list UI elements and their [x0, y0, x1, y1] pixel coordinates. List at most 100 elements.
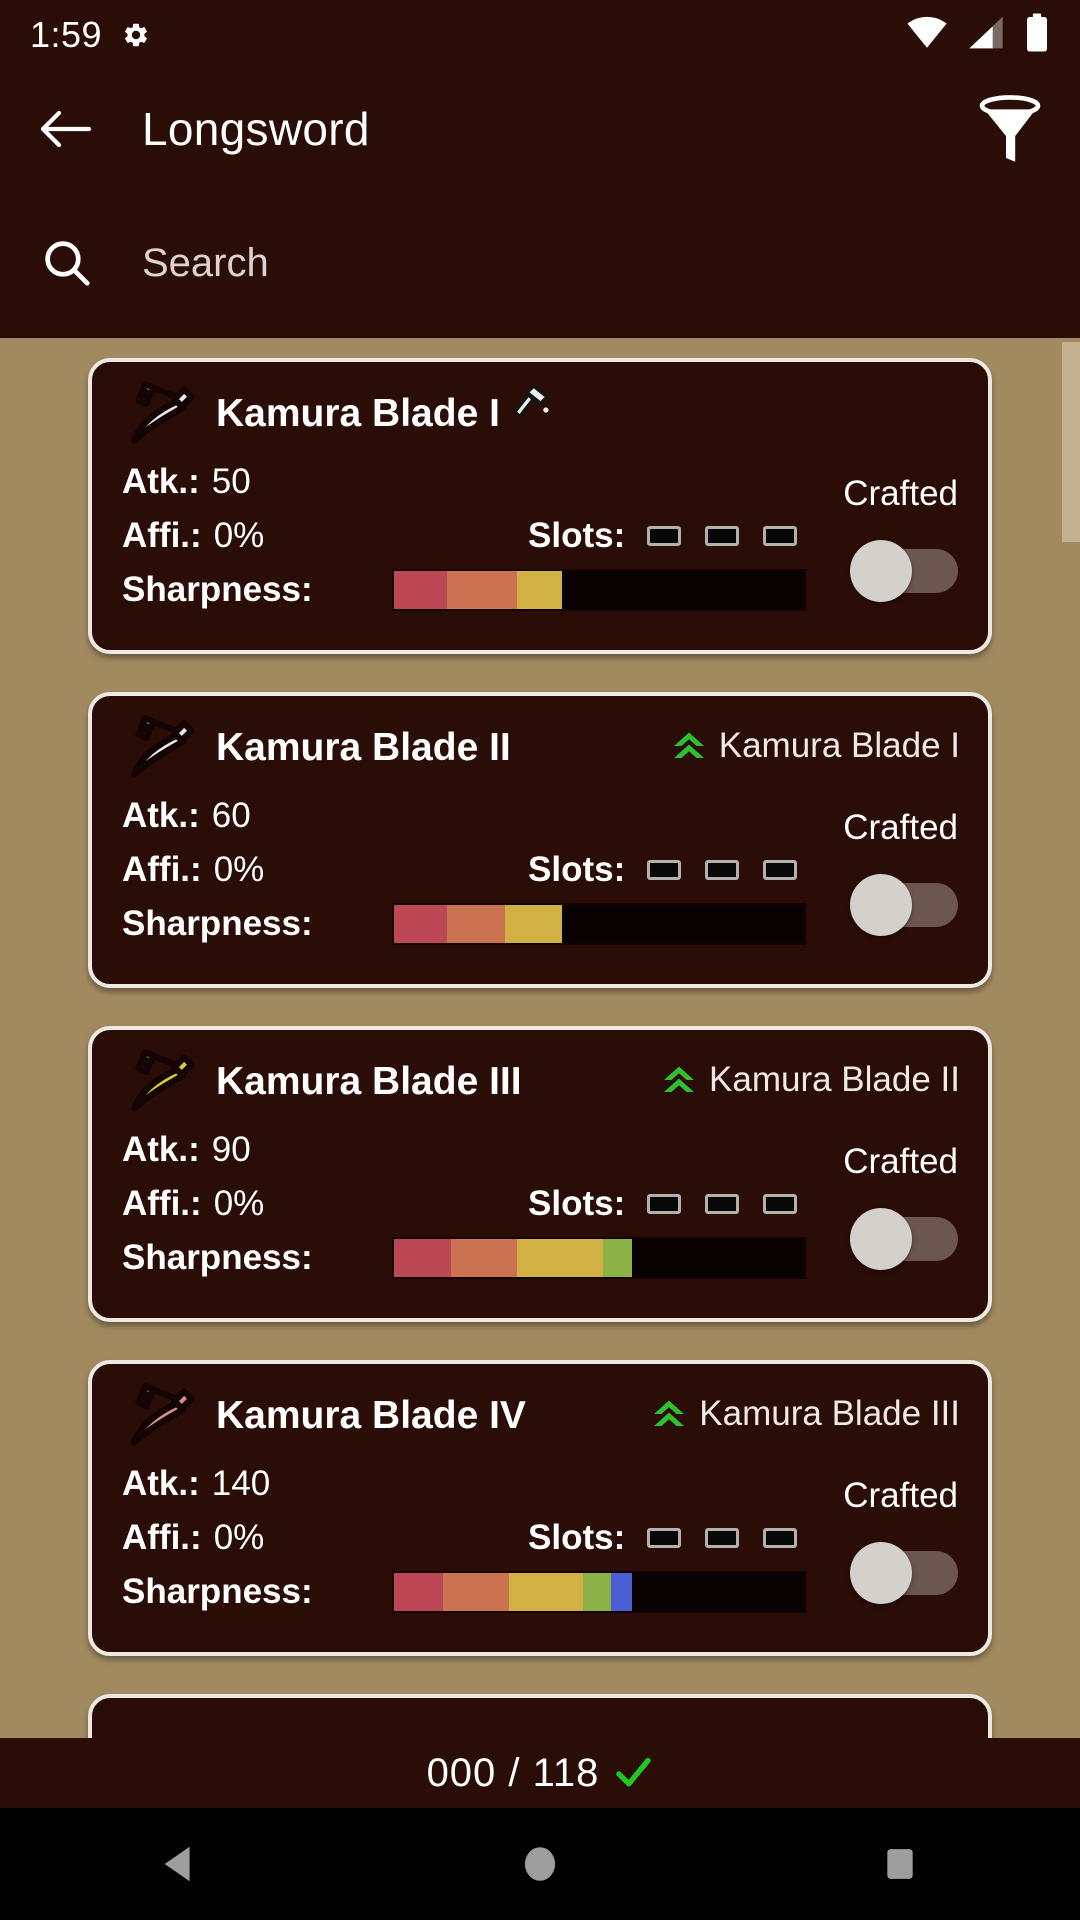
attack-value: 60: [211, 796, 251, 835]
sharpness-segment: [631, 1573, 804, 1611]
affinity-value: 0%: [213, 516, 265, 555]
affinity-label: Affi.:: [122, 1184, 202, 1223]
longsword-icon: [122, 376, 200, 454]
upgrade-source: Kamura Blade I: [671, 726, 960, 766]
hammer-icon: [510, 382, 552, 424]
slot-icon: [705, 526, 740, 546]
sharpness-segment: [394, 571, 448, 609]
attack-row: Atk.: 140: [122, 1464, 962, 1504]
crafted-toggle[interactable]: [850, 874, 958, 936]
affinity-label: Affi.:: [122, 850, 202, 889]
slot-icon: [705, 1528, 740, 1548]
nav-recents-button[interactable]: [720, 1845, 1080, 1883]
crafted-label: Crafted: [843, 1142, 958, 1181]
sharpness-segment: [516, 1239, 604, 1277]
sharpness-segment: [631, 1239, 804, 1277]
sharpness-bar: [392, 569, 806, 611]
nav-back-button[interactable]: [0, 1841, 360, 1887]
crafted-toggle[interactable]: [850, 1542, 958, 1604]
affinity-value: 0%: [213, 850, 265, 889]
crafted-toggle[interactable]: [850, 540, 958, 602]
cell-signal-icon: [966, 16, 1006, 55]
attack-row: Atk.: 50: [122, 462, 962, 502]
affinity-row: Affi.: 0% Slots:: [122, 850, 962, 890]
status-clock: 1:59: [30, 14, 103, 55]
sharpness-label: Sharpness:: [122, 1572, 313, 1611]
filter-button[interactable]: [972, 91, 1048, 167]
sharpness-segment: [447, 905, 505, 943]
sharpness-bar: [392, 1237, 806, 1279]
progress-bar: 000 / 118: [0, 1738, 1080, 1808]
upgrade-source: Kamura Blade II: [661, 1060, 960, 1100]
weapon-card-container: Kamura Blade I Atk.: 50 Affi.: 0% Slots: Sharp…: [0, 338, 1080, 1738]
longsword-icon: [122, 1378, 200, 1456]
affinity-label: Affi.:: [122, 1518, 202, 1557]
slot-icon: [763, 1528, 798, 1548]
weapon-name: Kamura Blade II: [216, 726, 511, 769]
search-input[interactable]: [142, 240, 742, 286]
sharpness-segment: [394, 1239, 452, 1277]
progress-count: 000 / 118: [426, 1750, 600, 1795]
upgrade-arrow-icon: [671, 728, 707, 764]
slot-icon: [647, 1194, 682, 1214]
slot-icon-list: [647, 1528, 798, 1548]
weapon-list[interactable]: Kamura Blade I Atk.: 50 Affi.: 0% Slots: Sharp…: [0, 338, 1080, 1738]
sharpness-segment: [451, 1239, 517, 1277]
toggle-thumb: [850, 1208, 912, 1270]
slots-group: Slots:: [528, 516, 798, 556]
affinity-value: 0%: [213, 1184, 265, 1223]
toggle-thumb: [850, 874, 912, 936]
slots-group: Slots:: [528, 1184, 798, 1224]
slots-label: Slots:: [528, 516, 626, 555]
weapon-card[interactable]: [88, 1694, 992, 1738]
sharpness-segment: [582, 1573, 612, 1611]
status-bar: 1:59: [0, 0, 1080, 70]
sharpness-segment: [447, 571, 517, 609]
weapon-card[interactable]: Kamura Blade III Kamura Blade II Atk.: 90 Af…: [88, 1026, 992, 1322]
slot-icon: [647, 526, 682, 546]
scrollbar-thumb[interactable]: [1062, 342, 1080, 542]
crafted-label: Crafted: [843, 808, 958, 847]
slots-label: Slots:: [528, 1518, 626, 1557]
sharpness-segment: [562, 571, 804, 609]
affinity-row: Affi.: 0% Slots:: [122, 1184, 962, 1224]
back-button[interactable]: [30, 94, 100, 164]
slot-icon: [705, 1194, 740, 1214]
sharpness-segment: [508, 1573, 583, 1611]
status-bar-right: [906, 13, 1050, 57]
weapon-card[interactable]: Kamura Blade IV Kamura Blade III Atk.: 140 A…: [88, 1360, 992, 1656]
weapon-card[interactable]: Kamura Blade I Atk.: 50 Affi.: 0% Slots: Sharp…: [88, 358, 992, 654]
crafted-label: Crafted: [843, 1476, 958, 1515]
sharpness-row: Sharpness:: [122, 903, 962, 945]
attack-label: Atk.:: [122, 796, 200, 835]
weapon-card[interactable]: Kamura Blade II Kamura Blade I Atk.: 60 Affi…: [88, 692, 992, 988]
attack-value: 50: [211, 462, 251, 501]
search-bar[interactable]: [0, 188, 1080, 338]
slot-icon: [763, 526, 798, 546]
sharpness-label: Sharpness:: [122, 570, 313, 609]
upgrade-arrow-icon: [651, 1396, 687, 1432]
upgrade-source-name: Kamura Blade I: [718, 726, 960, 765]
sharpness-bar: [392, 903, 806, 945]
attack-label: Atk.:: [122, 462, 200, 501]
longsword-icon: [122, 1044, 200, 1122]
upgrade-source-name: Kamura Blade II: [709, 1060, 960, 1099]
crafted-toggle[interactable]: [850, 1208, 958, 1270]
sharpness-segment: [603, 1239, 632, 1277]
nav-home-button[interactable]: [360, 1843, 720, 1885]
sharpness-segment: [611, 1573, 632, 1611]
nav-home-circle-icon: [524, 1847, 556, 1881]
sharpness-label: Sharpness:: [122, 904, 313, 943]
slots-group: Slots:: [528, 850, 798, 890]
status-bar-left: 1:59: [0, 14, 150, 56]
sharpness-segment: [394, 905, 448, 943]
nav-recents-square-icon: [887, 1849, 913, 1879]
slots-label: Slots:: [528, 1184, 626, 1223]
longsword-icon: [122, 710, 200, 788]
battery-icon: [1024, 13, 1050, 57]
sharpness-segment: [562, 905, 804, 943]
upgrade-source-name: Kamura Blade III: [699, 1394, 960, 1433]
app-bar: Longsword: [0, 70, 1080, 188]
sharpness-segment: [394, 1573, 444, 1611]
affinity-value: 0%: [213, 1518, 265, 1557]
